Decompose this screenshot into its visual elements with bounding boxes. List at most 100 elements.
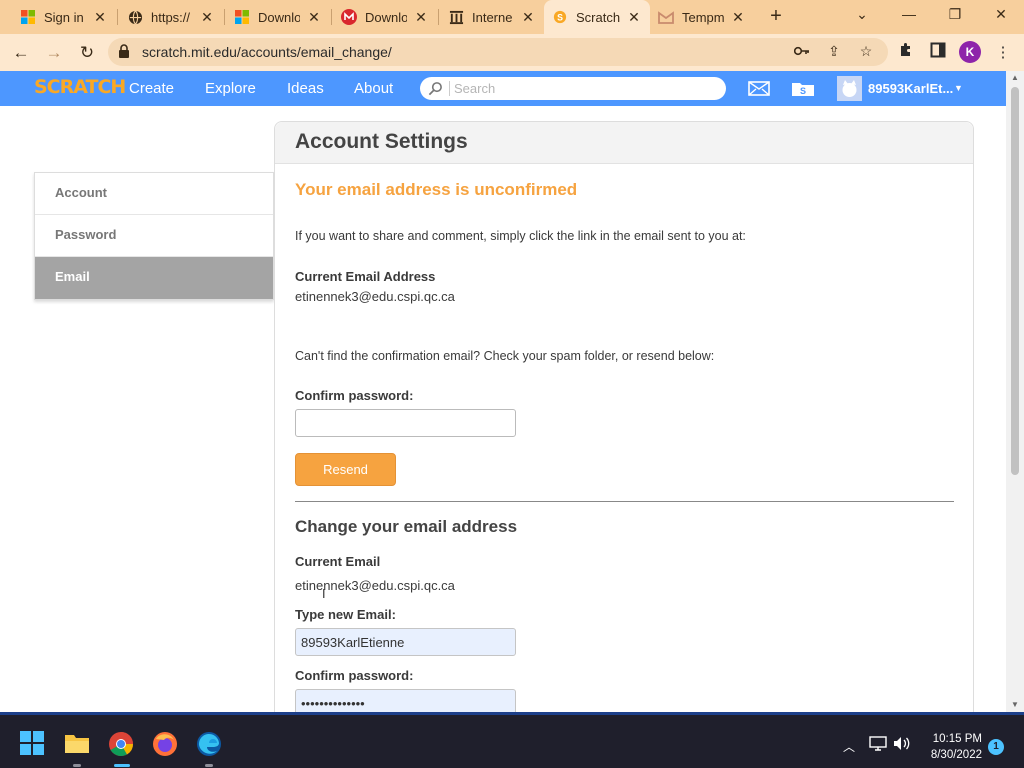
reload-icon[interactable]: ↻ (74, 40, 100, 66)
browser-tab-strip: Sign in t ✕ https:// ✕ Downlo ✕ Downlo ✕… (0, 0, 1024, 34)
browser-tab[interactable]: https:// ✕ (119, 0, 223, 34)
restore-icon[interactable]: ❐ (932, 0, 978, 30)
section-divider (295, 501, 954, 502)
scroll-thumb[interactable] (1011, 87, 1019, 475)
page-title: Account Settings (275, 122, 973, 164)
new-email-field[interactable] (295, 628, 516, 656)
windows-taskbar: ︿ 10:15 PM 8/30/2022 1 (0, 712, 1024, 768)
network-monitor-icon[interactable] (869, 736, 887, 755)
close-tab-icon[interactable]: ✕ (626, 9, 642, 26)
side-panel-icon[interactable] (927, 42, 949, 64)
volume-icon[interactable] (893, 736, 911, 755)
forward-arrow-icon[interactable]: → (41, 40, 67, 66)
share-icon[interactable]: ⇪ (824, 43, 844, 61)
browser-tab[interactable]: Tempm ✕ (650, 0, 754, 34)
settings-sidebar: Account Password Email (34, 172, 274, 300)
close-window-icon[interactable]: ✕ (978, 0, 1024, 30)
current-address-label: Current Email Address (295, 269, 436, 284)
sidebar-item-password[interactable]: Password (35, 215, 273, 257)
tab-title: Downlo (365, 9, 407, 25)
edge-icon[interactable] (196, 731, 222, 757)
close-tab-icon[interactable]: ✕ (306, 9, 322, 26)
lock-icon[interactable] (118, 44, 130, 63)
search-input[interactable] (454, 79, 714, 97)
svg-text:S: S (557, 13, 563, 23)
scroll-down-arrow-icon[interactable]: ▼ (1006, 698, 1024, 712)
tab-title: Downlo (258, 9, 300, 25)
text-cursor-icon: Ⅰ (322, 587, 326, 601)
profile-avatar[interactable]: K (959, 41, 981, 63)
search-icon[interactable] (428, 81, 443, 101)
tab-title: Scratch (576, 9, 620, 25)
chevron-down-icon[interactable]: ▼ (954, 83, 963, 93)
browser-toolbar: ← → ↻ scratch.mit.edu/accounts/email_cha… (0, 34, 1024, 71)
sidebar-item-email[interactable]: Email (35, 257, 273, 299)
globe-icon (127, 9, 143, 25)
browser-tab-active[interactable]: S Scratch ✕ (544, 0, 650, 34)
scroll-up-arrow-icon[interactable]: ▲ (1006, 71, 1024, 85)
scratch-search (420, 77, 726, 100)
extensions-puzzle-icon[interactable] (895, 42, 917, 64)
resend-instructions: Can't find the confirmation email? Check… (295, 349, 715, 363)
resend-button[interactable]: Resend (295, 453, 396, 486)
close-tab-icon[interactable]: ✕ (520, 9, 536, 26)
scratch-navbar: SCRATCH Create Explore Ideas About S 895… (0, 71, 1006, 106)
current-email-label: Current Email (295, 554, 381, 569)
messages-envelope-icon[interactable] (748, 81, 770, 101)
firefox-icon[interactable] (152, 731, 178, 757)
username[interactable]: 89593KarlEt... (868, 81, 953, 96)
tab-search-chevron-icon[interactable]: ⌄ (839, 0, 885, 30)
bookmark-star-icon[interactable]: ☆ (856, 43, 876, 61)
nav-create[interactable]: Create (129, 80, 174, 97)
back-arrow-icon[interactable]: ← (8, 40, 34, 66)
confirm-password-field[interactable] (295, 409, 516, 437)
user-avatar[interactable] (837, 76, 862, 101)
address-bar[interactable]: scratch.mit.edu/accounts/email_change/ ⇪… (108, 38, 888, 66)
tab-separator (224, 9, 225, 25)
tab-title: Tempm (682, 9, 724, 25)
browser-tab[interactable]: Downlo ✕ (333, 0, 437, 34)
gmail-icon (658, 9, 674, 25)
close-tab-icon[interactable]: ✕ (730, 9, 746, 26)
account-settings-panel: Account Settings Your email address is u… (274, 121, 974, 721)
tab-title: Interne (472, 9, 513, 25)
change-email-heading: Change your email address (295, 517, 518, 536)
notification-badge[interactable]: 1 (988, 739, 1004, 755)
chrome-active-indicator (114, 764, 130, 767)
tab-separator (117, 9, 118, 25)
search-divider (449, 81, 450, 96)
share-instructions: If you want to share and comment, simply… (295, 229, 746, 243)
chrome-icon[interactable] (108, 731, 134, 757)
svg-text:S: S (800, 86, 806, 96)
system-clock[interactable]: 10:15 PM 8/30/2022 (918, 731, 982, 763)
new-tab-icon[interactable]: + (764, 5, 788, 29)
url-text[interactable]: scratch.mit.edu/accounts/email_change/ (142, 44, 392, 60)
nav-about[interactable]: About (354, 80, 393, 97)
close-tab-icon[interactable]: ✕ (199, 9, 215, 26)
sidebar-item-account[interactable]: Account (35, 173, 273, 215)
clock-date: 8/30/2022 (930, 749, 982, 761)
minimize-icon[interactable]: — (886, 0, 932, 30)
scratch-icon: S (552, 9, 568, 25)
windows-start-icon[interactable] (20, 731, 46, 757)
nav-ideas[interactable]: Ideas (287, 80, 324, 97)
tab-separator (438, 9, 439, 25)
browser-menu-icon[interactable]: ⋮ (992, 42, 1014, 64)
browser-tab[interactable]: Interne ✕ (440, 0, 544, 34)
browser-tab[interactable]: Downlo ✕ (226, 0, 330, 34)
current-address-value: etinennek3@edu.cspi.qc.ca (295, 289, 455, 304)
page-scrollbar[interactable]: ▲ ▼ (1006, 71, 1024, 712)
close-tab-icon[interactable]: ✕ (92, 9, 108, 26)
file-explorer-icon[interactable] (64, 731, 90, 757)
my-stuff-folder-icon[interactable]: S (791, 80, 815, 102)
nav-explore[interactable]: Explore (205, 80, 256, 97)
browser-tab[interactable]: Sign in t ✕ (12, 0, 116, 34)
show-hidden-icons-chevron-icon[interactable]: ︿ (843, 738, 855, 755)
confirm-password-2-label: Confirm password: (295, 668, 414, 683)
tab-separator (331, 9, 332, 25)
tab-title: https:// (151, 9, 191, 25)
close-tab-icon[interactable]: ✕ (413, 9, 429, 26)
scratch-logo[interactable]: SCRATCH (34, 76, 126, 98)
explorer-running-indicator (73, 764, 81, 767)
key-icon[interactable] (792, 43, 812, 61)
